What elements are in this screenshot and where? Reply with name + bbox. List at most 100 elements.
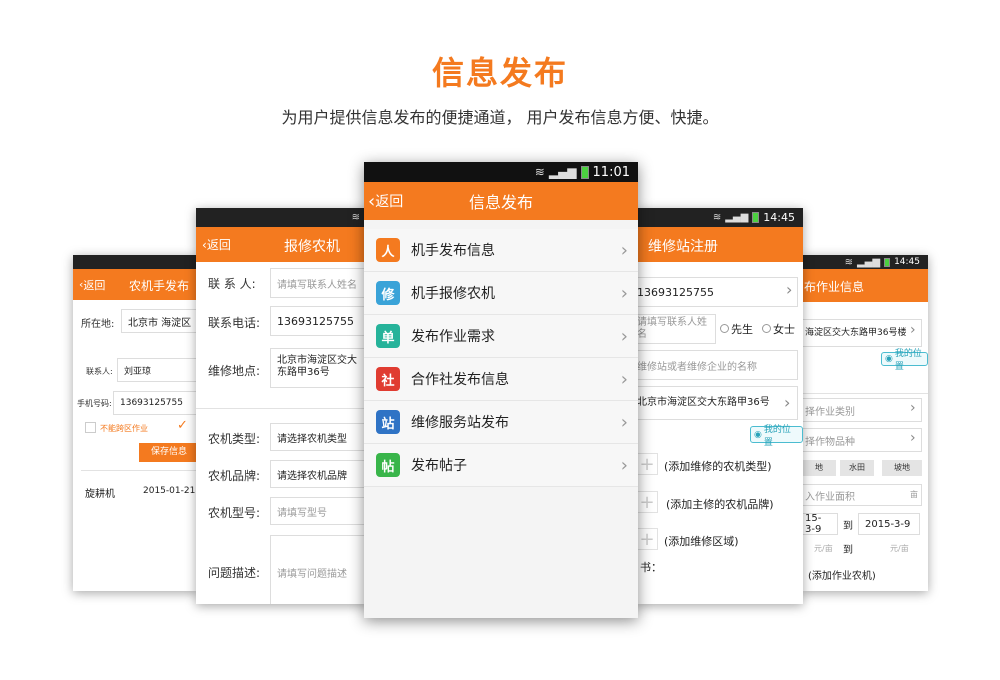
terrain-option[interactable]: 地: [802, 460, 836, 476]
save-button[interactable]: 保存信息: [139, 443, 198, 462]
chevron-right-icon: ›: [784, 393, 791, 412]
price-min-unit: 元/亩: [814, 544, 833, 553]
menu-item[interactable]: 帖发布帖子 ›: [364, 444, 638, 487]
screen-title: 报修农机: [284, 239, 340, 255]
add-brand-plus-icon[interactable]: +: [636, 491, 658, 513]
add-type-plus-icon[interactable]: +: [636, 453, 658, 475]
menu-item[interactable]: 修机手报修农机 ›: [364, 272, 638, 315]
wifi-icon: ≋: [712, 212, 722, 223]
app-bar: ‹ 返回 信息发布: [364, 182, 638, 220]
mr-radio[interactable]: [720, 324, 729, 333]
chevron-right-icon: ›: [620, 325, 628, 347]
service-station-icon: 站: [376, 410, 400, 434]
status-bar: ≋: [196, 208, 368, 227]
model-placeholder: 请填写型号: [277, 507, 327, 519]
add-region-link[interactable]: (添加维修区域): [664, 533, 739, 549]
divider: [81, 470, 198, 471]
location-label: 所在地:: [81, 319, 115, 330]
type-value: 请选择农机类型: [277, 433, 347, 445]
menu-item[interactable]: 站维修服务站发布 ›: [364, 401, 638, 444]
coop-publish-icon: 社: [376, 367, 400, 391]
menu-item[interactable]: 社合作社发布信息 ›: [364, 358, 638, 401]
divider: [196, 408, 368, 409]
location-field[interactable]: 北京市 海淀区: [121, 309, 198, 333]
note-label: 书：: [640, 561, 662, 574]
address-select[interactable]: 北京市海淀区交大东路甲36号: [636, 386, 798, 420]
back-label: 返回: [375, 194, 404, 210]
back-button[interactable]: ‹ 返回: [202, 227, 231, 262]
cross-region-checkbox[interactable]: [85, 422, 96, 433]
menu-item-label: 机手报修农机: [411, 286, 495, 302]
chevron-right-icon: ›: [620, 282, 628, 304]
my-location-button[interactable]: ◉ 我的位置: [881, 349, 928, 372]
divider: [802, 393, 928, 394]
work-type-select[interactable]: 择作业类别: [802, 398, 922, 422]
chevron-right-icon: ›: [910, 400, 916, 416]
driver-publish-icon: 人: [376, 238, 400, 262]
org-input[interactable]: 维修站或者维修企业的名称: [636, 350, 798, 380]
area-placeholder: 入作业面积: [805, 491, 855, 503]
menu-item[interactable]: 单发布作业需求 ›: [364, 315, 638, 358]
desc-textarea[interactable]: 请填写问题描述: [270, 535, 368, 604]
add-machine-link[interactable]: (添加作业农机): [808, 567, 876, 582]
app-bar: 维修站注册: [636, 227, 803, 262]
menu-item[interactable]: 人机手发布信息 ›: [364, 229, 638, 272]
add-brand-link[interactable]: (添加主修的农机品牌): [666, 496, 774, 512]
work-type-value: 择作业类别: [805, 406, 855, 418]
hero-title: 信息发布: [431, 54, 568, 92]
terrain-option[interactable]: 坡地: [882, 460, 922, 476]
brand-select[interactable]: 请选择农机品牌: [270, 460, 368, 488]
screen-title: 信息发布: [468, 193, 533, 212]
status-bar: ≋ ▂▄▆ 11:01: [364, 162, 638, 182]
my-location-label: 我的位置: [894, 349, 922, 372]
chevron-right-icon: ›: [620, 454, 628, 476]
date-from-field[interactable]: 15-3-9: [802, 513, 838, 535]
chevron-right-icon: ›: [620, 239, 628, 261]
status-bar: ≋ ▂▄▆ 14:45: [802, 255, 928, 269]
date-to-field[interactable]: 2015-3-9: [858, 513, 920, 535]
back-button[interactable]: ‹ 返回: [368, 182, 403, 220]
brand-value: 请选择农机品牌: [277, 470, 347, 482]
ms-radio[interactable]: [762, 324, 771, 333]
wifi-icon: ≋: [351, 212, 360, 223]
phone-field[interactable]: 13693125755: [113, 391, 198, 415]
repair-machine-icon: 修: [376, 281, 400, 305]
contact-label: 联 系 人:: [208, 277, 256, 291]
model-input[interactable]: 请填写型号: [270, 497, 368, 525]
area-input[interactable]: 入作业面积: [802, 484, 922, 506]
org-placeholder: 维修站或者维修企业的名称: [637, 361, 757, 373]
type-select[interactable]: 请选择农机类型: [270, 423, 368, 451]
add-type-link[interactable]: (添加维修的农机类型): [664, 458, 772, 474]
brand-label: 农机品牌:: [208, 469, 261, 483]
phone-input[interactable]: 13693125755: [636, 277, 798, 307]
type-label: 农机类型:: [208, 432, 261, 446]
battery-icon: [752, 212, 760, 223]
address-input[interactable]: 北京市海淀区交大东路甲36号: [270, 348, 368, 388]
ms-label: 女士: [773, 323, 795, 336]
model-label: 农机型号:: [208, 506, 261, 520]
app-bar: 布作业信息: [802, 269, 928, 302]
app-bar: ‹ 返回 报修农机: [196, 227, 368, 262]
address-field[interactable]: 海淀区交大东路甲36号楼: [802, 319, 922, 347]
contact-input[interactable]: 请填写联系人姓名: [636, 314, 716, 344]
contact-field[interactable]: 刘亚琼: [117, 358, 198, 382]
add-region-plus-icon[interactable]: +: [636, 528, 658, 550]
address-value: 北京市海淀区交大东路甲36号: [277, 355, 357, 378]
date-to-value: 2015-3-9: [865, 518, 911, 530]
phone-value: 13693125755: [277, 314, 354, 328]
menu-item-label: 机手发布信息: [411, 243, 495, 259]
phone-label: 手机号码:: [77, 399, 112, 408]
terrain-option[interactable]: 水田: [840, 460, 874, 476]
phone-value: 13693125755: [637, 285, 714, 299]
crop-type-select[interactable]: 择作物品种: [802, 428, 922, 452]
back-button[interactable]: ‹ 返回: [79, 269, 105, 300]
desc-placeholder: 请填写问题描述: [277, 569, 347, 580]
desc-label: 问题描述:: [208, 566, 261, 580]
my-location-button[interactable]: ◉ 我的位置: [750, 425, 803, 448]
address-value: 北京市海淀区交大东路甲36号: [637, 397, 770, 408]
battery-icon: [580, 165, 589, 179]
chevron-right-icon: ›: [786, 280, 793, 299]
phone-farmer-publish: ‹ 返回 农机手发布 所在地: 北京市 海淀区 联系人: 刘亚琼 手机号码: 13…: [73, 255, 198, 591]
phone-input[interactable]: 13693125755: [270, 306, 368, 336]
contact-input[interactable]: 请填写联系人姓名: [270, 268, 368, 298]
